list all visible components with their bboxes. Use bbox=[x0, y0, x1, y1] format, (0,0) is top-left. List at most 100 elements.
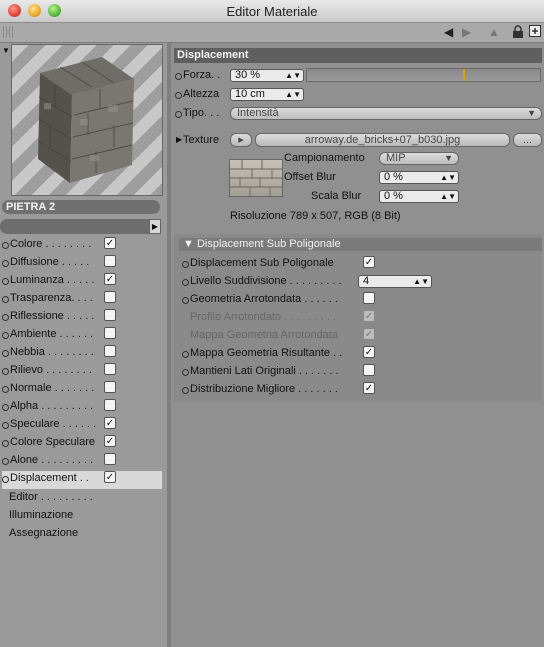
subpoly-label: Geometria Arrotondata . . . . . . bbox=[190, 293, 338, 305]
channel-checkbox[interactable] bbox=[104, 309, 116, 321]
channel-item[interactable]: Normale . . . . . . . bbox=[2, 381, 162, 399]
lock-icon[interactable] bbox=[512, 25, 524, 41]
subpoly-header[interactable]: ▼ Displacement Sub Poligonale bbox=[179, 238, 542, 251]
material-scrollbar[interactable] bbox=[0, 219, 161, 234]
animate-dot-icon[interactable] bbox=[2, 242, 9, 249]
animate-dot-icon[interactable] bbox=[2, 458, 9, 465]
livello-suddivisione-input[interactable]: 4 ▲▼ bbox=[358, 275, 432, 288]
channel-checkbox[interactable] bbox=[104, 453, 116, 465]
channel-checkbox[interactable] bbox=[104, 399, 116, 411]
channel-checkbox[interactable]: ✓ bbox=[104, 273, 116, 285]
subpoly-checkbox[interactable] bbox=[363, 292, 375, 304]
animate-dot-icon[interactable] bbox=[2, 422, 9, 429]
forza-input[interactable]: 30 % ▲▼ bbox=[230, 69, 304, 82]
channel-item[interactable]: Displacement . . ✓ bbox=[2, 471, 162, 489]
arrow-left-icon[interactable]: ◀ bbox=[444, 25, 453, 39]
tipo-label: Tipo. . . bbox=[183, 107, 220, 119]
subpoly-checkbox[interactable]: ✓ bbox=[363, 256, 375, 268]
channel-item[interactable]: Alpha . . . . . . . . . bbox=[2, 399, 162, 417]
channel-checkbox[interactable]: ✓ bbox=[104, 435, 116, 447]
scroll-right-arrow-icon[interactable]: ▶ bbox=[149, 219, 161, 234]
spinner-arrows-icon[interactable]: ▲▼ bbox=[285, 89, 301, 100]
new-window-icon[interactable] bbox=[529, 25, 541, 40]
material-preview[interactable] bbox=[11, 44, 163, 196]
animate-dot-icon[interactable] bbox=[2, 260, 9, 267]
slider-handle[interactable] bbox=[463, 69, 465, 81]
subpoly-row: Mappa Geometria Arrotondata ✓ bbox=[182, 328, 432, 346]
channel-panel: ▼ PIETRA 2 ▶ Colore . . . . . . . . ✓ Diff… bbox=[0, 43, 167, 647]
subpoly-checkbox[interactable]: ✓ bbox=[363, 346, 375, 358]
spinner-arrows-icon[interactable]: ▲▼ bbox=[440, 191, 456, 202]
channel-label: Ambiente . . . . . . bbox=[10, 328, 94, 340]
channel-item[interactable]: Ambiente . . . . . . bbox=[2, 327, 162, 345]
animate-dot-icon[interactable] bbox=[2, 332, 9, 339]
expand-triangle-icon[interactable]: ▶ bbox=[176, 135, 182, 144]
animate-dot-icon[interactable] bbox=[182, 387, 189, 394]
animate-dot-icon[interactable] bbox=[175, 92, 182, 99]
texture-file-button[interactable]: arroway.de_bricks+07_b030.jpg bbox=[255, 133, 510, 147]
subpoly-checkbox[interactable]: ✓ bbox=[363, 382, 375, 394]
channel-editor[interactable]: Editor . . . . . . . . . bbox=[9, 491, 93, 503]
animate-dot-icon[interactable] bbox=[182, 351, 189, 358]
material-name[interactable]: PIETRA 2 bbox=[2, 200, 160, 214]
stone-cube-image bbox=[37, 57, 134, 183]
campionamento-select[interactable]: MIP ▼ bbox=[379, 152, 459, 165]
channel-checkbox[interactable]: ✓ bbox=[104, 237, 116, 249]
spinner-arrows-icon[interactable]: ▲▼ bbox=[413, 276, 429, 287]
channel-label: Alone . . . . . . . . . bbox=[10, 454, 94, 466]
animate-dot-icon[interactable] bbox=[2, 278, 9, 285]
animate-dot-icon[interactable] bbox=[2, 386, 9, 393]
animate-dot-icon[interactable] bbox=[182, 369, 189, 376]
channel-item[interactable]: Trasparenza. . . . bbox=[2, 291, 162, 309]
arrow-up-icon[interactable]: ▲ bbox=[488, 25, 500, 39]
channel-checkbox[interactable] bbox=[104, 255, 116, 267]
channel-checkbox[interactable]: ✓ bbox=[104, 471, 116, 483]
spinner-arrows-icon[interactable]: ▲▼ bbox=[285, 70, 301, 81]
channel-item[interactable]: Colore Speculare ✓ bbox=[2, 435, 162, 453]
channel-assegnazione[interactable]: Assegnazione bbox=[9, 527, 78, 539]
animate-dot-icon[interactable] bbox=[2, 404, 9, 411]
animate-dot-icon[interactable] bbox=[2, 314, 9, 321]
animate-dot-icon[interactable] bbox=[2, 440, 9, 447]
animate-dot-icon[interactable] bbox=[2, 476, 9, 483]
channel-item[interactable]: Diffusione . . . . . bbox=[2, 255, 162, 273]
subpoly-label: Displacement Sub Poligonale bbox=[190, 257, 334, 269]
channel-checkbox[interactable] bbox=[104, 381, 116, 393]
channel-item[interactable]: Luminanza . . . . . ✓ bbox=[2, 273, 162, 291]
spinner-arrows-icon[interactable]: ▲▼ bbox=[440, 172, 456, 183]
channel-illuminazione[interactable]: Illuminazione bbox=[9, 509, 73, 521]
channel-checkbox[interactable] bbox=[104, 327, 116, 339]
animate-dot-icon[interactable] bbox=[175, 111, 182, 118]
forza-slider[interactable] bbox=[306, 68, 541, 82]
grip-icon[interactable] bbox=[3, 26, 15, 38]
animate-dot-icon[interactable] bbox=[2, 296, 9, 303]
channel-item[interactable]: Speculare . . . . . . ✓ bbox=[2, 417, 162, 435]
preview-menu-arrow-icon[interactable]: ▼ bbox=[2, 46, 10, 55]
tipo-select[interactable]: Intensità ▼ bbox=[230, 107, 542, 120]
animate-dot-icon[interactable] bbox=[2, 350, 9, 357]
scala-blur-input[interactable]: 0 % ▲▼ bbox=[379, 190, 459, 203]
channel-checkbox[interactable]: ✓ bbox=[104, 417, 116, 429]
altezza-input[interactable]: 10 cm ▲▼ bbox=[230, 88, 304, 101]
channel-item[interactable]: Riflessione . . . . . bbox=[2, 309, 162, 327]
channel-item[interactable]: Rilievo . . . . . . . . bbox=[2, 363, 162, 381]
tipo-value: Intensità bbox=[237, 107, 279, 119]
channel-item[interactable]: Colore . . . . . . . . ✓ bbox=[2, 237, 162, 255]
channel-checkbox[interactable] bbox=[104, 345, 116, 357]
subpoly-row: Distribuzione Migliore . . . . . . . ✓ bbox=[182, 382, 432, 400]
animate-dot-icon[interactable] bbox=[182, 261, 189, 268]
offset-blur-input[interactable]: 0 % ▲▼ bbox=[379, 171, 459, 184]
animate-dot-icon[interactable] bbox=[2, 368, 9, 375]
channel-checkbox[interactable] bbox=[104, 363, 116, 375]
channel-item[interactable]: Nebbia . . . . . . . . bbox=[2, 345, 162, 363]
channel-checkbox[interactable] bbox=[104, 291, 116, 303]
texture-browse-button[interactable]: ... bbox=[513, 133, 542, 147]
animate-dot-icon[interactable] bbox=[182, 279, 189, 286]
channel-item[interactable]: Alone . . . . . . . . . bbox=[2, 453, 162, 471]
subpoly-checkbox[interactable] bbox=[363, 364, 375, 376]
animate-dot-icon[interactable] bbox=[175, 73, 182, 80]
animate-dot-icon[interactable] bbox=[182, 297, 189, 304]
texture-menu-button[interactable]: ▸ bbox=[230, 133, 252, 147]
arrow-right-icon[interactable]: ▶ bbox=[462, 25, 471, 39]
altezza-value: 10 cm bbox=[235, 88, 265, 100]
